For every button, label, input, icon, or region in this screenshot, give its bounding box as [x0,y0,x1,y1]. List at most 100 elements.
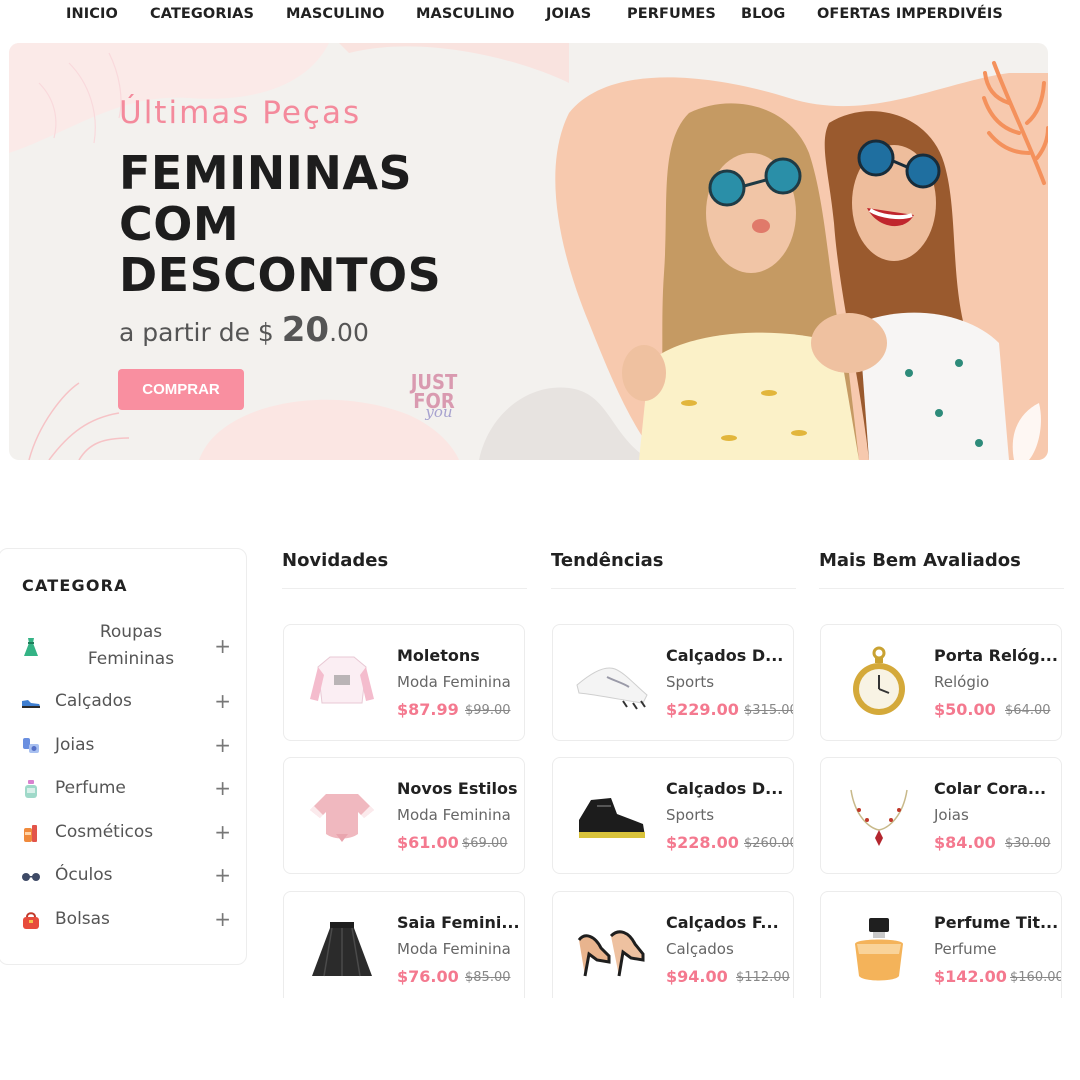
hero-banner[interactable]: Últimas Peças FEMININAS COM DESCONTOS a … [9,43,1048,460]
product-old-price: $30.00 [1005,836,1051,851]
sidebar-item-label: Cosméticos [55,822,154,842]
expand-plus-icon[interactable]: + [214,634,231,658]
skirt-image [312,922,372,977]
product-price: $50.00 [934,700,996,719]
sidebar-item-label: Perfume [55,778,126,798]
product-name: Moletons [397,646,480,665]
nav-item-inicio[interactable]: INICIO [66,6,118,22]
comprar-button[interactable]: COMPRAR [118,369,244,410]
hero-price-cents: .00 [329,318,369,347]
heels-image [577,930,645,977]
expand-plus-icon[interactable]: + [214,733,231,757]
sneaker-black-image [579,798,645,838]
column-title-tendencias: Tendências [551,550,664,571]
main-nav: INICIO CATEGORIAS MASCULINO MASCULINO JO… [0,0,1080,32]
hero-title-line-2: COM [119,197,240,251]
nav-item-perfumes[interactable]: PERFUMES [627,6,716,22]
product-price: $84.00 [934,833,996,852]
product-card[interactable]: Novos Estilos Moda Feminina $61.00 $69.0… [283,757,525,874]
product-card[interactable]: Calçados D... Sports $228.00 $260.00 [552,757,794,874]
sidebar-title: CATEGORA [22,576,128,595]
product-name: Porta Relóg... [934,646,1058,665]
nav-item-masculino[interactable]: MASCULINO [286,6,385,22]
product-card[interactable]: Colar Cora... Joias $84.00 $30.00 [820,757,1062,874]
product-price: $228.00 [666,833,739,852]
sidebar-item-bolsas[interactable]: Bolsas + [21,901,231,937]
expand-plus-icon[interactable]: + [214,689,231,713]
product-card[interactable]: Perfume Tit... Perfume $142.00 $160.00 [820,891,1062,1008]
expand-plus-icon[interactable]: + [214,820,231,844]
dress-icon [24,638,38,656]
sidebar-item-oculos[interactable]: Óculos + [21,857,231,893]
column-divider [551,588,796,589]
product-category: Sports [666,673,715,691]
product-price: $87.99 [397,700,459,719]
perfume-bottle-image [855,918,903,981]
product-old-price: $85.00 [465,970,511,985]
sweatshirt-image [310,656,374,704]
expand-plus-icon[interactable]: + [214,907,231,931]
product-card[interactable]: Calçados D... Sports $229.00 $315.00 [552,624,794,741]
column-title-novidades: Novidades [282,550,389,571]
product-card[interactable]: Moletons Moda Feminina $87.99 $99.00 [283,624,525,741]
product-category: Calçados [666,940,734,958]
product-old-price: $160.00 [1010,970,1062,985]
product-name: Calçados D... [666,779,784,798]
product-old-price: $69.00 [462,836,508,851]
expand-plus-icon[interactable]: + [214,776,231,800]
watch-icon [23,738,39,753]
nav-item-joias[interactable]: JOIAS [546,6,591,22]
bag-icon [23,912,39,929]
product-card[interactable]: Saia Femini... Moda Feminina $76.00 $85.… [283,891,525,1008]
hero-subtitle: Últimas Peças [119,95,362,131]
product-card[interactable]: Calçados F... Calçados $94.00 $112.00 [552,891,794,1008]
sneaker-white-image [576,667,648,710]
product-price: $61.00 [397,833,459,852]
product-name: Colar Cora... [934,779,1047,798]
sidebar-item-perfume[interactable]: Perfume + [21,770,231,806]
shoe-icon [22,700,40,708]
product-old-price: $99.00 [465,703,511,718]
product-price: $229.00 [666,700,739,719]
crop-top-image [310,794,374,842]
product-category: Perfume [934,940,997,958]
product-old-price: $315.00 [744,703,794,718]
sidebar-item-calcados[interactable]: Calçados + [21,683,231,719]
category-sidebar: CATEGORA Roupas Femininas + Calçados + J… [0,548,247,965]
nav-item-categorias[interactable]: CATEGORIAS [150,6,254,22]
nav-item-masculino-2[interactable]: MASCULINO [416,6,515,22]
product-name: Perfume Tit... [934,913,1059,932]
nav-item-blog[interactable]: BLOG [741,6,785,22]
sidebar-item-label: Óculos [55,865,113,885]
product-old-price: $112.00 [736,970,790,985]
product-old-price: $260.00 [744,836,794,851]
product-card[interactable]: Porta Relóg... Relógio $50.00 $64.00 [820,624,1062,741]
product-category: Moda Feminina [397,673,511,691]
sidebar-item-joias[interactable]: Joias + [21,727,231,763]
product-price: $142.00 [934,967,1007,986]
column-divider [819,588,1064,589]
cosmetics-icon [24,825,37,842]
hero-title-line-3: DESCONTOS [119,248,442,302]
sidebar-item-label: Joias [55,735,95,755]
sidebar-item-label: Bolsas [55,909,110,929]
hero-price-prefix: a partir de $ [119,318,274,347]
expand-plus-icon[interactable]: + [214,863,231,887]
product-name: Calçados F... [666,913,779,932]
sidebar-item-roupas-femininas[interactable]: Roupas Femininas + [21,619,231,675]
sidebar-item-label: Calçados [55,691,132,711]
product-price: $76.00 [397,967,459,986]
nav-item-ofertas[interactable]: OFERTAS IMPERDIVÉIS [817,6,1003,22]
column-title-mais-bem-avaliados: Mais Bem Avaliados [819,550,1021,571]
hero-title: FEMININAS COM DESCONTOS [119,148,441,301]
product-name: Calçados D... [666,646,784,665]
product-name: Novos Estilos [397,779,518,798]
product-category: Sports [666,806,715,824]
glasses-icon [22,873,40,881]
sidebar-item-cosmeticos[interactable]: Cosméticos + [21,814,231,850]
product-category: Moda Feminina [397,940,511,958]
necklace-image [850,789,908,846]
column-divider [282,588,527,589]
hero-price-amount: 20 [281,310,330,350]
product-name: Saia Femini... [397,913,520,932]
